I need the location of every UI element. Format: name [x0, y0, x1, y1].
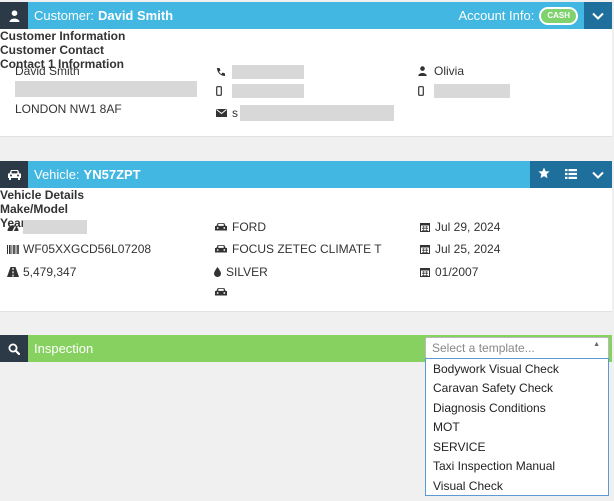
vehicle-date1: Jul 29, 2024 — [435, 220, 501, 234]
vehicle-year-row: 01/2007 — [420, 265, 478, 279]
contact1-name: Olivia — [434, 64, 465, 78]
envelope-icon — [216, 109, 229, 117]
vehicle-label: Vehicle: — [34, 167, 80, 182]
template-select-placeholder: Select a template... — [432, 341, 535, 355]
car-icon — [214, 287, 229, 297]
contact-email-prefix: s — [232, 106, 238, 120]
vehicle-colour: SILVER — [226, 265, 268, 279]
template-option[interactable]: Caravan Safety Check — [426, 379, 608, 399]
calendar-icon — [420, 222, 432, 232]
vehicle-engine-row — [7, 220, 87, 234]
tint-icon — [214, 267, 223, 277]
vehicle-date2-row: Jul 25, 2024 — [420, 242, 500, 256]
chevron-down-icon — [592, 168, 604, 182]
account-info-label: Account Info: — [458, 8, 535, 23]
chevron-down-icon — [592, 9, 604, 23]
vehicle-date2: Jul 25, 2024 — [435, 242, 501, 256]
vehicle-mileage-row: 5,479,347 — [7, 265, 76, 279]
contact-phone-row[interactable] — [216, 65, 304, 79]
road-icon — [7, 267, 20, 277]
account-info: Account Info: CASH — [458, 6, 584, 25]
favourite-vehicle-button[interactable] — [530, 161, 557, 188]
template-option[interactable]: Taxi Inspection Manual — [426, 457, 608, 477]
vehicle-list-button[interactable] — [557, 161, 584, 188]
vehicle-panel: Vehicle Details WF05XXGCD56L07208 5,479,… — [0, 188, 612, 312]
contact1-information-heading: Contact 1 Information — [0, 57, 125, 71]
vehicle-type-row — [214, 287, 232, 297]
contact1-name-row: Olivia — [418, 64, 464, 78]
search-icon — [0, 335, 28, 362]
vehicle-vin: WF05XXGCD56L07208 — [23, 242, 152, 256]
contact-mobile-row[interactable] — [216, 84, 304, 98]
contact1-mobile-row[interactable] — [418, 84, 510, 98]
car-icon — [214, 222, 229, 232]
phone-icon — [216, 67, 229, 77]
vehicle-vin-row: WF05XXGCD56L07208 — [7, 242, 151, 256]
star-icon — [537, 167, 550, 182]
account-badge: CASH — [539, 6, 578, 25]
year-heading: Year — [0, 216, 26, 230]
user-icon — [0, 2, 28, 29]
customer-info-name: David Smith — [15, 64, 80, 78]
calendar-icon — [420, 267, 432, 277]
list-icon — [564, 168, 577, 182]
car-icon — [214, 244, 229, 254]
caret-up-icon: ▲ — [593, 341, 600, 348]
customer-header: Customer: David Smith Account Info: CASH — [0, 2, 612, 29]
customer-label: Customer: — [34, 8, 94, 23]
vehicle-date1-row: Jul 29, 2024 — [420, 220, 500, 234]
customer-address-redacted — [15, 81, 197, 97]
make-model-heading: Make/Model — [0, 202, 69, 216]
dashboard-icon — [7, 223, 20, 232]
template-option[interactable]: MOT — [426, 418, 608, 438]
user-icon — [418, 66, 431, 76]
customer-panel: Customer Information David Smith LONDON … — [0, 29, 612, 137]
barcode-icon — [7, 244, 20, 254]
template-option[interactable]: Diagnosis Conditions — [426, 398, 608, 418]
mobile-icon — [216, 86, 229, 96]
template-dropdown: Bodywork Visual Check Caravan Safety Che… — [425, 358, 609, 496]
car-icon — [0, 161, 28, 188]
customer-name[interactable]: David Smith — [98, 8, 173, 23]
customer-postcode: LONDON NW1 8AF — [15, 102, 122, 116]
calendar-icon — [420, 244, 432, 254]
vehicle-model: FOCUS ZETEC CLIMATE T — [232, 242, 382, 256]
vehicle-reg[interactable]: YN57ZPT — [84, 167, 141, 182]
vehicle-year: 01/2007 — [435, 265, 479, 279]
vehicle-make: FORD — [232, 220, 266, 234]
customer-information-heading: Customer Information — [0, 29, 126, 43]
template-option[interactable]: SERVICE — [426, 437, 608, 457]
vehicle-details-heading: Vehicle Details — [0, 188, 85, 202]
vehicle-make-row: FORD — [214, 220, 266, 234]
vehicle-mileage: 5,479,347 — [23, 265, 77, 279]
collapse-vehicle-button[interactable] — [584, 161, 612, 188]
vehicle-header: Vehicle: YN57ZPT — [0, 161, 612, 188]
customer-contact-heading: Customer Contact — [0, 43, 105, 57]
template-option[interactable]: Visual Check — [426, 476, 608, 496]
template-select[interactable]: Select a template... ▲ — [425, 337, 609, 359]
mobile-icon — [418, 86, 431, 96]
inspection-label: Inspection — [34, 341, 94, 356]
customer-title: Customer: David Smith Account Info: CASH — [28, 2, 584, 29]
vehicle-model-row: FOCUS ZETEC CLIMATE T — [214, 242, 382, 256]
vehicle-colour-row: SILVER — [214, 265, 268, 279]
template-option[interactable]: Bodywork Visual Check — [426, 359, 608, 379]
collapse-customer-button[interactable] — [584, 2, 612, 29]
contact-email-row[interactable]: s — [216, 105, 394, 121]
vehicle-title: Vehicle: YN57ZPT — [28, 161, 530, 188]
